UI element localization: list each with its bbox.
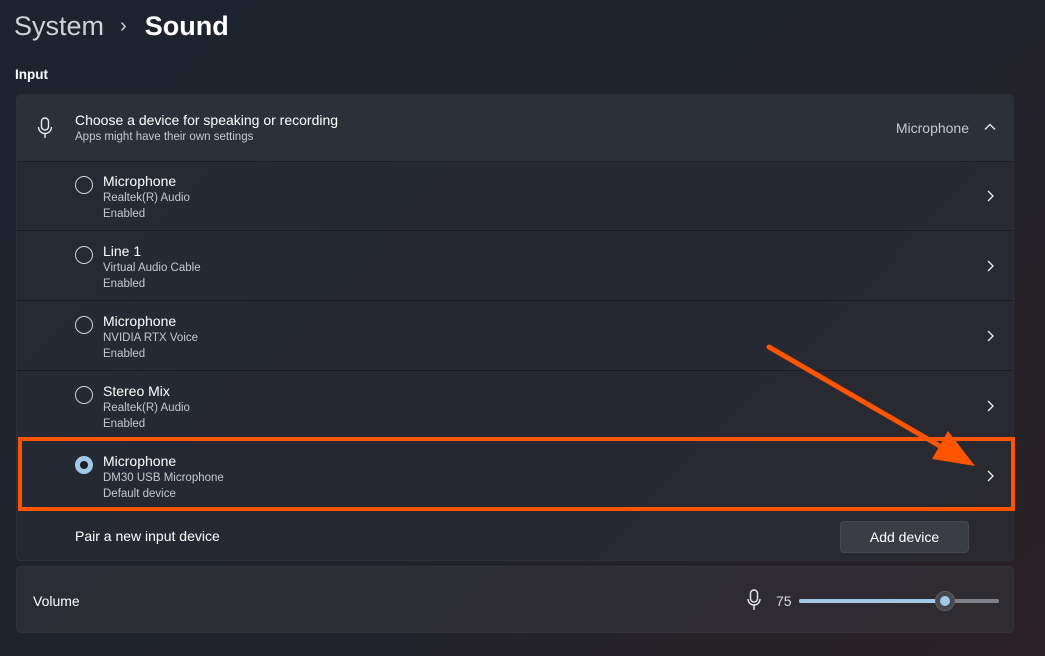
- section-label-input: Input: [15, 67, 48, 82]
- microphone-icon[interactable]: [747, 589, 761, 611]
- device-name: Line 1: [103, 243, 142, 259]
- volume-panel: Volume 75: [16, 566, 1014, 633]
- page-title: Sound: [144, 10, 229, 41]
- device-driver: Realtek(R) Audio: [103, 402, 190, 414]
- device-name: Stereo Mix: [103, 383, 170, 399]
- chevron-right-icon[interactable]: [985, 189, 995, 203]
- device-driver: Virtual Audio Cable: [103, 262, 201, 274]
- chevron-right-icon[interactable]: [985, 469, 995, 483]
- volume-slider[interactable]: [799, 591, 999, 611]
- chevron-right-icon[interactable]: [985, 259, 995, 273]
- input-device-panel: Choose a device for speaking or recordin…: [16, 94, 1014, 561]
- breadcrumb: System › Sound: [14, 8, 229, 44]
- breadcrumb-separator: ›: [120, 14, 127, 37]
- device-driver: DM30 USB Microphone: [103, 472, 224, 484]
- breadcrumb-system[interactable]: System: [14, 11, 104, 42]
- device-row[interactable]: Microphone NVIDIA RTX Voice Enabled: [17, 301, 1013, 371]
- device-row[interactable]: Stereo Mix Realtek(R) Audio Enabled: [17, 371, 1013, 441]
- device-radio[interactable]: [75, 246, 93, 264]
- device-name: Microphone: [103, 173, 177, 189]
- device-row[interactable]: Microphone Realtek(R) Audio Enabled: [17, 161, 1013, 231]
- device-status: Default device: [103, 488, 176, 500]
- device-row[interactable]: Line 1 Virtual Audio Cable Enabled: [17, 231, 1013, 301]
- add-device-button[interactable]: Add device: [840, 521, 969, 553]
- device-radio[interactable]: [75, 386, 93, 404]
- device-row-selected[interactable]: Microphone DM30 USB Microphone Default d…: [17, 441, 1013, 511]
- device-radio[interactable]: [75, 316, 93, 334]
- input-device-title: Choose a device for speaking or recordin…: [75, 112, 339, 128]
- volume-value: 75: [776, 593, 792, 609]
- device-name: Microphone: [103, 453, 177, 469]
- device-name: Microphone: [103, 313, 177, 329]
- device-radio[interactable]: [75, 176, 93, 194]
- device-driver: Realtek(R) Audio: [103, 192, 190, 204]
- device-status: Enabled: [103, 418, 146, 430]
- volume-label: Volume: [33, 593, 80, 609]
- chevron-right-icon[interactable]: [985, 329, 995, 343]
- device-driver: NVIDIA RTX Voice: [103, 332, 199, 344]
- pair-device-row: Pair a new input device Add device: [17, 511, 1013, 560]
- microphone-icon: [37, 117, 53, 138]
- device-status: Enabled: [103, 208, 146, 220]
- device-status: Enabled: [103, 348, 146, 360]
- device-radio-selected[interactable]: [75, 456, 93, 474]
- volume-slider-fill: [799, 599, 945, 603]
- device-status: Enabled: [103, 278, 146, 290]
- selected-input-device: Microphone: [895, 120, 969, 136]
- pair-device-label: Pair a new input device: [75, 528, 220, 544]
- volume-slider-thumb[interactable]: [935, 591, 955, 611]
- input-device-subtitle: Apps might have their own settings: [75, 131, 254, 143]
- chevron-right-icon[interactable]: [985, 399, 995, 413]
- chevron-up-icon[interactable]: [983, 120, 997, 134]
- input-device-header[interactable]: Choose a device for speaking or recordin…: [17, 95, 1013, 162]
